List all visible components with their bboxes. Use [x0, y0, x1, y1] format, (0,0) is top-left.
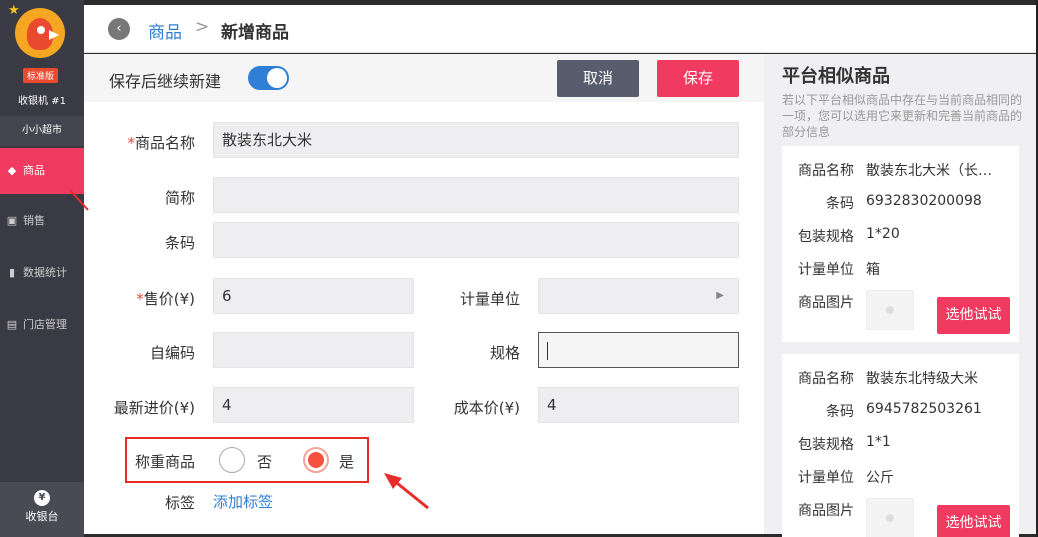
store-icon: ▤: [6, 318, 18, 331]
store-name[interactable]: 小小超市: [0, 116, 84, 146]
continue-after-save-label: 保存后继续新建: [109, 72, 222, 91]
sidebar-item-statistics[interactable]: ▮ 数据统计: [0, 250, 84, 296]
self-code-input[interactable]: [213, 332, 414, 368]
weighing-goods-label: 称重商品: [135, 453, 196, 471]
bar-chart-icon: ▮: [8, 266, 16, 279]
card-name-value: 散装东北大米（长…: [866, 163, 992, 179]
card-unit-label: 计量单位: [798, 262, 854, 278]
similar-product-card: 商品名称 散装东北特级大米 条码 6945782503261 包装规格 1*1 …: [782, 354, 1019, 537]
card-name-label: 商品名称: [798, 371, 854, 387]
card-pack-label: 包装规格: [798, 229, 854, 245]
sidebar-item-label: 门店管理: [23, 318, 67, 331]
add-tag-link[interactable]: 添加标签: [213, 491, 273, 512]
short-name-label: 简称: [164, 189, 195, 207]
price-input[interactable]: 6: [213, 278, 414, 314]
product-name-input[interactable]: 散装东北大米: [213, 122, 739, 158]
caret-right-icon: ▶: [716, 290, 724, 301]
tag-icon: ◆: [7, 164, 17, 177]
weighing-no-label: 否: [257, 453, 273, 471]
self-code-label: 自编码: [149, 344, 195, 362]
spec-input[interactable]: [538, 332, 739, 368]
save-button[interactable]: 保存: [657, 60, 739, 97]
card-barcode-value: 6945782503261: [866, 401, 982, 417]
spec-label: 规格: [489, 344, 520, 362]
product-image-placeholder: [866, 498, 914, 537]
header: ‹ 商品 > 新增商品: [84, 5, 1036, 53]
card-pack-label: 包装规格: [798, 437, 854, 453]
weighing-no-radio[interactable]: [219, 447, 245, 473]
weighing-yes-radio[interactable]: [303, 447, 329, 473]
required-mark: *: [127, 134, 135, 152]
device-name: 收银机 #1: [18, 96, 66, 107]
price-label: *售价(¥): [136, 290, 195, 308]
bag-icon: ▣: [6, 214, 18, 227]
card-pack-value: 1*20: [866, 226, 900, 242]
continue-after-save-toggle[interactable]: [248, 66, 289, 90]
cost-price-label: 成本价(¥): [453, 399, 520, 417]
app-logo: [15, 8, 65, 58]
edition-badge: 标准版: [23, 68, 59, 83]
card-image-label: 商品图片: [798, 295, 854, 311]
cashier-label: 收银台: [25, 510, 59, 523]
sidebar-item-goods[interactable]: ◆ 商品: [0, 148, 84, 194]
yen-icon: ¥: [34, 490, 50, 506]
crown-star-icon: ★: [8, 3, 20, 18]
try-this-button[interactable]: 选他试试: [937, 297, 1010, 334]
try-this-button[interactable]: 选他试试: [937, 505, 1010, 537]
card-image-label: 商品图片: [798, 503, 854, 519]
breadcrumb-goods-link[interactable]: 商品: [148, 18, 182, 43]
similar-products-title: 平台相似商品: [782, 66, 890, 87]
product-image-placeholder: [866, 290, 914, 330]
barcode-label: 条码: [164, 234, 195, 252]
card-unit-label: 计量单位: [798, 470, 854, 486]
card-barcode-label: 条码: [826, 196, 854, 212]
card-barcode-value: 6932830200098: [866, 193, 982, 209]
cost-price-input[interactable]: 4: [538, 387, 739, 423]
sidebar: ★ 标准版 收银机 #1 小小超市 ◆ 商品 ▣ 销售 ▮ 数据统计 ▤ 门店管理 ¥ …: [0, 0, 84, 537]
card-name-label: 商品名称: [798, 163, 854, 179]
card-unit-value: 箱: [866, 262, 880, 278]
page-title: 新增商品: [221, 23, 289, 43]
chevron-right-icon: >: [195, 17, 210, 37]
sidebar-item-label: 商品: [23, 164, 45, 177]
similar-products-description: 若以下平台相似商品中存在与当前商品相同的一项，您可以选用它来更新和完善当前商品的…: [782, 93, 1023, 139]
text-cursor: [547, 341, 548, 360]
card-unit-value: 公斤: [866, 470, 894, 486]
tag-label: 标签: [164, 494, 195, 512]
similar-products-panel: 平台相似商品 若以下平台相似商品中存在与当前商品相同的一项，您可以选用它来更新和…: [764, 54, 1036, 537]
back-button[interactable]: ‹: [108, 18, 130, 40]
card-barcode-label: 条码: [826, 404, 854, 420]
sidebar-item-label: 销售: [23, 214, 45, 227]
unit-select[interactable]: ▶: [538, 278, 739, 314]
cancel-button[interactable]: 取消: [557, 60, 639, 97]
latest-purchase-price-input[interactable]: 4: [213, 387, 414, 423]
action-bar: 保存后继续新建 取消 保存: [84, 54, 764, 102]
card-name-value: 散装东北特级大米: [866, 371, 978, 387]
similar-product-card: 商品名称 散装东北大米（长… 条码 6932830200098 包装规格 1*2…: [782, 146, 1019, 342]
weighing-goods-highlight: 称重商品 否 是: [125, 437, 369, 483]
sidebar-item-store-management[interactable]: ▤ 门店管理: [0, 302, 84, 348]
unit-label: 计量单位: [459, 290, 520, 308]
barcode-input[interactable]: [213, 222, 739, 258]
product-name-label: *商品名称: [127, 134, 195, 152]
latest-purchase-price-label: 最新进价(¥): [113, 399, 195, 417]
sidebar-item-label: 数据统计: [23, 266, 67, 279]
card-pack-value: 1*1: [866, 434, 891, 450]
cashier-button[interactable]: ¥ 收银台: [0, 482, 84, 537]
short-name-input[interactable]: [213, 177, 739, 213]
sidebar-item-sales[interactable]: ▣ 销售: [0, 198, 84, 244]
weighing-yes-label: 是: [339, 453, 355, 471]
